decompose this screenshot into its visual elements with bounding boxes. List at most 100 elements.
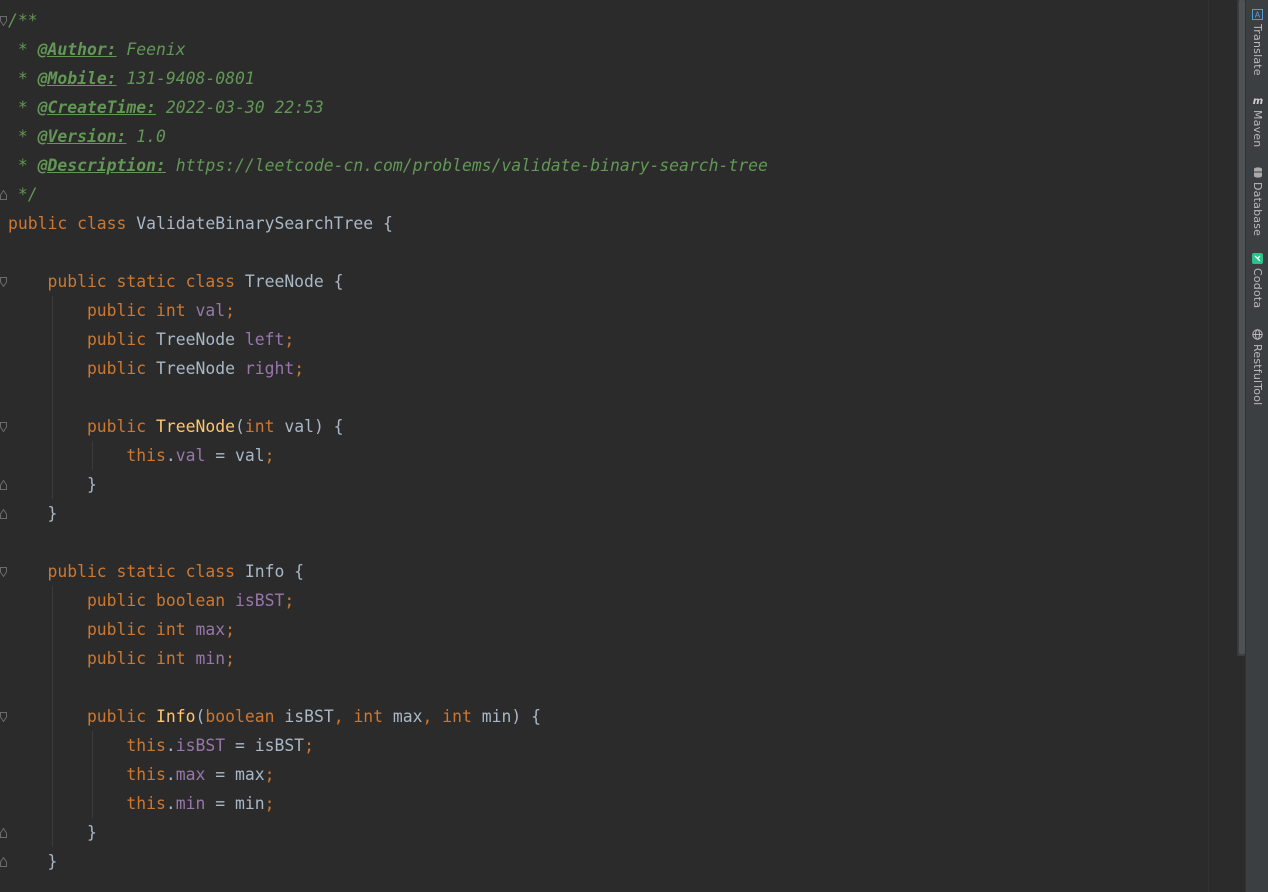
code-line[interactable]: public static class TreeNode { — [8, 267, 768, 296]
fold-open-icon[interactable] — [0, 712, 7, 722]
code-token: */ — [8, 185, 38, 204]
tool-window-codota[interactable]: Codota — [1246, 252, 1268, 308]
code-line[interactable] — [8, 383, 768, 412]
code-token: public int — [8, 649, 196, 668]
code-token: max — [175, 765, 206, 784]
code-token: max — [392, 707, 423, 726]
fold-close-icon[interactable] — [0, 190, 7, 200]
code-line[interactable] — [8, 673, 768, 702]
code-token: . — [165, 765, 176, 784]
code-token: isBST — [284, 707, 334, 726]
code-line[interactable]: public static class Info { — [8, 557, 768, 586]
code-line[interactable]: this.val = val; — [8, 441, 768, 470]
code-token: ( — [234, 417, 245, 436]
code-line[interactable]: * @Mobile: 131-9408-0801 — [8, 64, 768, 93]
code-line[interactable]: } — [8, 818, 768, 847]
code-line[interactable]: public TreeNode(int val) { — [8, 412, 768, 441]
tool-window-database[interactable]: Database — [1246, 166, 1268, 236]
indent-guide — [92, 441, 93, 470]
tool-window-maven[interactable]: m Maven — [1246, 94, 1268, 147]
fold-close-icon[interactable] — [0, 509, 7, 519]
code-token: * — [8, 69, 38, 88]
code-token: val — [175, 446, 206, 465]
code-line[interactable]: this.min = min; — [8, 789, 768, 818]
code-token: max — [195, 620, 226, 639]
code-line[interactable]: } — [8, 470, 768, 499]
code-token: this — [8, 765, 166, 784]
code-token: * — [8, 127, 38, 146]
svg-text:A: A — [1255, 10, 1261, 19]
code-line[interactable]: */ — [8, 180, 768, 209]
code-line[interactable]: public Info(boolean isBST, int max, int … — [8, 702, 768, 731]
code-token: ; — [264, 446, 275, 465]
code-token: 131-9408-0801 — [116, 69, 255, 88]
code-token: } — [8, 504, 58, 523]
tool-window-translate[interactable]: A Translate — [1246, 8, 1268, 76]
translate-icon: A — [1252, 8, 1264, 20]
fold-close-icon[interactable] — [0, 828, 7, 838]
code-line[interactable]: public class ValidateBinarySearchTree { — [8, 209, 768, 238]
code-token: * — [8, 98, 38, 117]
fold-open-icon[interactable] — [0, 422, 7, 432]
code-editor[interactable]: /** * @Author: Feenix * @Mobile: 131-940… — [0, 0, 1208, 892]
code-token: ( — [195, 707, 206, 726]
code-token: = isBST — [225, 736, 305, 755]
code-line[interactable]: this.max = max; — [8, 760, 768, 789]
code-token: @Description: — [37, 156, 166, 175]
code-token: https://leetcode-cn.com/problems/validat… — [165, 156, 768, 175]
code-line[interactable]: public TreeNode left; — [8, 325, 768, 354]
code-line[interactable]: * @Description: https://leetcode-cn.com/… — [8, 151, 768, 180]
code-line[interactable] — [8, 238, 768, 267]
code-token: int — [442, 707, 482, 726]
code-line[interactable]: * @CreateTime: 2022-03-30 22:53 — [8, 93, 768, 122]
fold-open-icon[interactable] — [0, 277, 7, 287]
code-token: isBST — [234, 591, 285, 610]
code-token: int — [353, 707, 393, 726]
code-line[interactable] — [8, 528, 768, 557]
code-token: ValidateBinarySearchTree { — [136, 214, 393, 233]
indent-guide — [52, 586, 53, 847]
code-token: val) { — [284, 417, 344, 436]
code-token: public int — [8, 301, 196, 320]
code-line[interactable]: public int min; — [8, 644, 768, 673]
code-area[interactable]: /** * @Author: Feenix * @Mobile: 131-940… — [8, 6, 768, 876]
code-line[interactable]: * @Version: 1.0 — [8, 122, 768, 151]
code-line[interactable]: this.isBST = isBST; — [8, 731, 768, 760]
code-token: this — [8, 446, 166, 465]
code-token: left — [244, 330, 285, 349]
code-line[interactable]: public int max; — [8, 615, 768, 644]
fold-close-icon[interactable] — [0, 857, 7, 867]
code-token: public — [8, 359, 157, 378]
code-token: public — [8, 330, 157, 349]
code-line[interactable]: /** — [8, 6, 768, 35]
code-token: @Mobile: — [37, 69, 117, 88]
code-line[interactable]: public int val; — [8, 296, 768, 325]
code-token: /** — [8, 11, 38, 30]
code-line[interactable]: } — [8, 499, 768, 528]
code-line[interactable]: public boolean isBST; — [8, 586, 768, 615]
fold-open-icon[interactable] — [0, 16, 7, 26]
fold-open-icon[interactable] — [0, 567, 7, 577]
code-token: TreeNode { — [244, 272, 344, 291]
tool-window-restfultool[interactable]: RestfulTool — [1246, 328, 1268, 405]
code-token: . — [165, 794, 176, 813]
code-line[interactable]: public TreeNode right; — [8, 354, 768, 383]
code-token: 1.0 — [126, 127, 166, 146]
code-token: public — [8, 707, 157, 726]
code-token: @Version: — [37, 127, 127, 146]
code-token: int — [244, 417, 285, 436]
code-token: ; — [284, 591, 295, 610]
code-token: boolean — [205, 707, 285, 726]
code-token: public — [8, 417, 157, 436]
tool-window-label: Translate — [1251, 24, 1264, 76]
code-token: TreeNode — [156, 359, 245, 378]
fold-close-icon[interactable] — [0, 480, 7, 490]
code-token: public static class — [8, 562, 245, 581]
code-token: public boolean — [8, 591, 235, 610]
right-tool-strip: A Translate m Maven Database Codota RestfulToo… — [1245, 0, 1268, 892]
maven-icon: m — [1252, 94, 1264, 106]
database-icon — [1252, 166, 1264, 178]
error-stripe — [1208, 0, 1239, 892]
code-line[interactable]: * @Author: Feenix — [8, 35, 768, 64]
code-line[interactable]: } — [8, 847, 768, 876]
